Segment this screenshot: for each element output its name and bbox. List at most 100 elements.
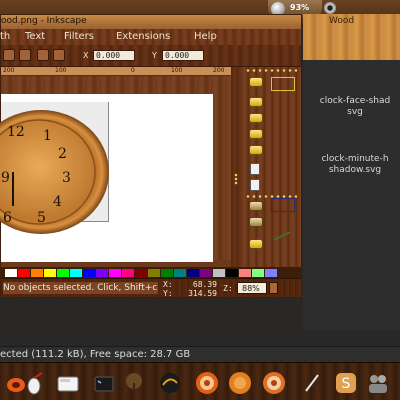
y-label: Y <box>152 51 157 60</box>
clock-numeral: 9 <box>1 170 10 186</box>
cursor-y-value: 314.59 <box>188 289 217 298</box>
command-button[interactable] <box>249 129 263 139</box>
clock-numeral: 1 <box>43 128 52 144</box>
panel-divider[interactable] <box>231 67 241 267</box>
commands-panel <box>241 67 301 267</box>
command-button[interactable] <box>249 97 263 107</box>
menu-extensions[interactable]: Extensions <box>116 31 170 42</box>
menu-text[interactable]: Text <box>25 31 45 42</box>
color-swatch[interactable] <box>252 269 264 277</box>
command-button[interactable] <box>249 239 263 249</box>
ruler-tick-label: 200 <box>3 67 15 74</box>
orange-disc-icon[interactable] <box>228 371 252 395</box>
color-swatch[interactable] <box>70 269 82 277</box>
document-icon[interactable] <box>250 179 260 191</box>
color-swatch[interactable] <box>226 269 238 277</box>
menu-path[interactable]: th <box>0 31 10 42</box>
terminal-icon[interactable] <box>92 371 116 395</box>
menu-filters[interactable]: Filters <box>64 31 94 42</box>
inkscape-window: ood.png - Inkscape th Text Filters Exten… <box>0 14 302 298</box>
status-text: ected (111.2 kB), Free space: 28.7 GB <box>0 349 191 360</box>
color-swatch[interactable] <box>18 269 30 277</box>
orange-disc-icon[interactable] <box>195 371 219 395</box>
inkscape-titlebar[interactable]: ood.png - Inkscape <box>1 15 301 29</box>
color-swatch[interactable] <box>83 269 95 277</box>
svg-text:S: S <box>342 376 351 392</box>
cursor-x-value: 68.39 <box>192 280 217 289</box>
ruler-tick-label: 100 <box>55 67 67 74</box>
zoom-field[interactable]: 88% <box>237 282 267 294</box>
zoom-label: Z: <box>223 284 233 293</box>
feather-icon[interactable] <box>300 371 324 395</box>
clock-numeral: 4 <box>53 194 62 210</box>
y-field[interactable]: 0.000 <box>162 50 204 61</box>
file-item[interactable]: clock-face-shad svg <box>305 96 400 118</box>
clock-numeral: 2 <box>58 146 67 162</box>
wood-plant-icon[interactable] <box>122 371 146 395</box>
firefox-icon[interactable] <box>158 371 182 395</box>
command-button[interactable] <box>249 77 263 87</box>
clock-numeral: 5 <box>37 210 46 226</box>
menubar: th Text Filters Extensions Help <box>0 29 301 45</box>
tool-controls-bar: X 0.000 Y 0.000 <box>1 45 301 67</box>
document-icon[interactable] <box>250 163 260 175</box>
color-swatch[interactable] <box>109 269 121 277</box>
dock: S <box>0 362 400 400</box>
ruler-tick-label: 0 <box>131 67 135 74</box>
color-swatch[interactable] <box>135 269 147 277</box>
zoom-stepper[interactable] <box>269 282 278 294</box>
color-swatch[interactable] <box>31 269 43 277</box>
tool-button[interactable] <box>3 49 15 61</box>
skype-icon[interactable]: S <box>334 371 358 395</box>
file-ext: svg <box>347 107 363 117</box>
window-title: Wood <box>329 16 355 26</box>
drive-icon[interactable] <box>56 371 80 395</box>
clock-numeral: 3 <box>62 170 71 186</box>
ruler-tick-label: 100 <box>171 67 183 74</box>
clock-numeral: 6 <box>3 210 12 226</box>
preview-frame <box>271 77 295 91</box>
file-item[interactable]: clock-minute-h shadow.svg <box>305 154 400 176</box>
color-swatch[interactable] <box>5 269 17 277</box>
color-swatch[interactable] <box>44 269 56 277</box>
color-swatch[interactable] <box>265 269 277 277</box>
color-swatch[interactable] <box>187 269 199 277</box>
color-swatch[interactable] <box>213 269 225 277</box>
color-swatch[interactable] <box>122 269 134 277</box>
battery-percent: 93% <box>290 3 310 12</box>
color-swatch[interactable] <box>239 269 251 277</box>
ruler-tick-label: 200 <box>213 67 225 74</box>
file-manager-statusbar: ected (111.2 kB), Free space: 28.7 GB <box>0 346 400 362</box>
command-button[interactable] <box>249 217 263 227</box>
color-swatch[interactable] <box>174 269 186 277</box>
drag-handle[interactable] <box>234 173 238 185</box>
window-title: ood.png - Inkscape <box>1 16 87 26</box>
orange-disc-icon[interactable] <box>262 371 286 395</box>
file-manager-titlebar[interactable]: Wood <box>303 14 400 60</box>
drawing-canvas[interactable]: 12 1 2 3 4 5 6 9 <box>0 76 231 262</box>
clock-numeral: 12 <box>7 124 25 140</box>
file-ext: shadow.svg <box>328 165 382 175</box>
wood-clock-image[interactable]: 12 1 2 3 4 5 6 9 <box>0 110 111 234</box>
color-swatch[interactable] <box>200 269 212 277</box>
horizontal-ruler: 200 100 0 100 200 <box>1 67 231 76</box>
command-button[interactable] <box>249 145 263 155</box>
tool-button[interactable] <box>37 49 49 61</box>
file-manager-window: Wood clock-face-shad svg clock-minute-h … <box>303 14 400 330</box>
command-button[interactable] <box>249 113 263 123</box>
separator <box>245 69 297 72</box>
tool-button[interactable] <box>19 49 31 61</box>
tool-button[interactable] <box>53 49 65 61</box>
color-swatch[interactable] <box>96 269 108 277</box>
status-bar: No objects selected. Click, Shift+click,… <box>1 278 301 298</box>
menu-help[interactable]: Help <box>194 31 217 42</box>
x-field[interactable]: 0.000 <box>93 50 135 61</box>
mouse-icon[interactable] <box>22 371 46 395</box>
command-button[interactable] <box>249 201 263 211</box>
people-icon[interactable] <box>366 371 390 395</box>
settings-gear-icon[interactable] <box>324 2 336 14</box>
color-swatch[interactable] <box>161 269 173 277</box>
color-swatch[interactable] <box>57 269 69 277</box>
file-name: clock-minute-h <box>321 154 389 164</box>
color-swatch[interactable] <box>148 269 160 277</box>
